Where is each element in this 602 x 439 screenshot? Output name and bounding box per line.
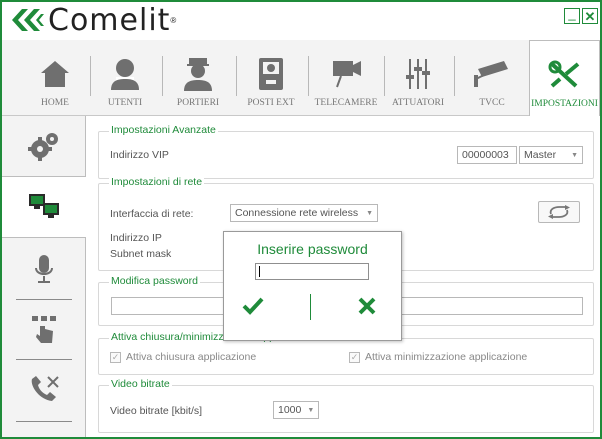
nav-home[interactable]: HOME [32, 40, 78, 116]
cancel-button[interactable] [356, 296, 378, 316]
side-divider [16, 421, 72, 422]
side-divider [16, 299, 72, 300]
nav-divider [384, 56, 385, 96]
home-icon [35, 54, 75, 94]
minimize-button[interactable]: _ [564, 5, 580, 24]
touch-keypad-icon [32, 316, 56, 343]
side-item-advanced[interactable] [2, 120, 86, 172]
video-bitrate-title: Video bitrate [109, 378, 172, 390]
nav-divider [162, 56, 163, 96]
subnet-mask-label: Subnet mask [110, 248, 172, 260]
refresh-button[interactable] [538, 201, 580, 223]
chevron-down-icon: ▼ [307, 406, 315, 414]
text-cursor [259, 266, 260, 277]
network-settings-title: Impostazioni di rete [109, 176, 205, 188]
nav-home-label: HOME [41, 98, 69, 108]
minimize-icon: _ [568, 5, 576, 21]
gears-icon [28, 133, 58, 161]
side-item-keypad[interactable] [2, 304, 86, 354]
close-app-checkbox[interactable]: ✓ [110, 351, 121, 363]
closure-settings-group: Attiva chiusura/minimizzazione applicazi… [98, 331, 594, 375]
tools-icon [545, 55, 585, 95]
nav-impostazioni[interactable]: IMPOSTAZIONI [529, 40, 600, 117]
network-interface-select[interactable]: Connessione rete wireless ▼ [230, 204, 378, 222]
close-app-label: Attiva chiusura applicazione [126, 351, 257, 363]
door-station-icon [251, 54, 291, 94]
network-interface-label: Interfaccia di rete: [110, 208, 194, 220]
nav-utenti-label: UTENTI [107, 98, 143, 108]
minimize-app-label: Attiva minimizzazione applicazione [365, 351, 528, 363]
video-bitrate-group: Video bitrate Video bitrate [kbit/s] 100… [98, 378, 594, 433]
nav-impostazioni-label: IMPOSTAZIONI [531, 99, 598, 109]
nav-posti-ext[interactable]: POSTI EXT [246, 40, 296, 116]
chevron-down-icon: ▼ [571, 151, 578, 159]
microphone-icon [35, 255, 53, 283]
password-dialog: Inserire password [223, 231, 402, 341]
close-button[interactable]: ✕ [582, 8, 598, 24]
close-app-checkbox-row[interactable]: ✓ Attiva chiusura applicazione [110, 351, 256, 363]
network-interface-value: Connessione rete wireless [235, 207, 359, 219]
vip-address-field[interactable]: 00000003 [457, 146, 517, 164]
password-dialog-title: Inserire password [257, 241, 368, 257]
logo-text: Comelit [48, 2, 171, 38]
nav-portieri-label: PORTIERI [176, 98, 220, 108]
actuator-icon [398, 54, 438, 94]
minimize-app-checkbox[interactable]: ✓ [349, 351, 360, 363]
vip-address-label: Indirizzo VIP [110, 149, 169, 161]
app-window: Comelit ® _ ✕ HOME UTENTI PORTIERI POSTI… [0, 0, 602, 439]
comelit-logo: Comelit ® [10, 2, 177, 38]
nav-divider [90, 56, 91, 96]
camera-icon [326, 54, 366, 94]
ip-address-label: Indirizzo IP [110, 232, 162, 244]
network-icon [28, 194, 59, 218]
doorman-icon [178, 54, 218, 94]
top-navigation: HOME UTENTI PORTIERI POSTI EXT TELECAMER… [2, 40, 600, 117]
logo-chevrons-icon [12, 9, 44, 31]
nav-divider [308, 56, 309, 96]
side-item-phone-tools[interactable] [2, 364, 86, 416]
side-item-network[interactable] [2, 176, 87, 238]
side-navigation [2, 116, 87, 437]
minimize-app-checkbox-row[interactable]: ✓ Attiva minimizzazione applicazione [349, 351, 527, 363]
phone-tools-icon [31, 376, 59, 401]
logo-trademark: ® [170, 15, 177, 25]
nav-attuatori[interactable]: ATTUATORI [390, 40, 446, 116]
user-icon [105, 54, 145, 94]
nav-divider [236, 56, 237, 96]
change-password-title: Modifica password [109, 275, 200, 287]
nav-attuatori-label: ATTUATORI [391, 98, 445, 108]
chevron-down-icon: ▼ [366, 209, 373, 217]
role-select-value: Master [524, 149, 557, 161]
side-item-audio[interactable] [2, 244, 86, 294]
nav-tvcc[interactable]: TVCC [464, 40, 520, 116]
nav-telecamere-label: TELECAMERE [314, 98, 378, 108]
advanced-settings-title: Impostazioni Avanzate [109, 124, 218, 136]
refresh-icon [548, 205, 570, 219]
side-divider [16, 359, 72, 360]
dialog-divider [310, 294, 311, 320]
nav-divider [454, 56, 455, 96]
video-bitrate-label: Video bitrate [kbit/s] [110, 405, 203, 417]
advanced-settings-group: Impostazioni Avanzate Indirizzo VIP 0000… [98, 124, 594, 179]
checkmark-icon [242, 297, 264, 315]
confirm-button[interactable] [242, 296, 264, 316]
nav-telecamere[interactable]: TELECAMERE [314, 40, 378, 116]
cctv-icon [472, 54, 512, 94]
nav-portieri[interactable]: PORTIERI [172, 40, 224, 116]
role-select[interactable]: Master ▼ [519, 146, 583, 164]
nav-utenti[interactable]: UTENTI [102, 40, 148, 116]
close-icon: ✕ [584, 8, 596, 24]
nav-tvcc-label: TVCC [479, 98, 505, 108]
video-bitrate-value: 1000 [278, 404, 302, 416]
password-input[interactable] [255, 263, 369, 280]
video-bitrate-select[interactable]: 1000 ▼ [273, 401, 319, 419]
cross-icon [358, 297, 376, 315]
nav-posti-ext-label: POSTI EXT [247, 98, 295, 108]
title-bar: Comelit ® _ ✕ [2, 2, 600, 40]
